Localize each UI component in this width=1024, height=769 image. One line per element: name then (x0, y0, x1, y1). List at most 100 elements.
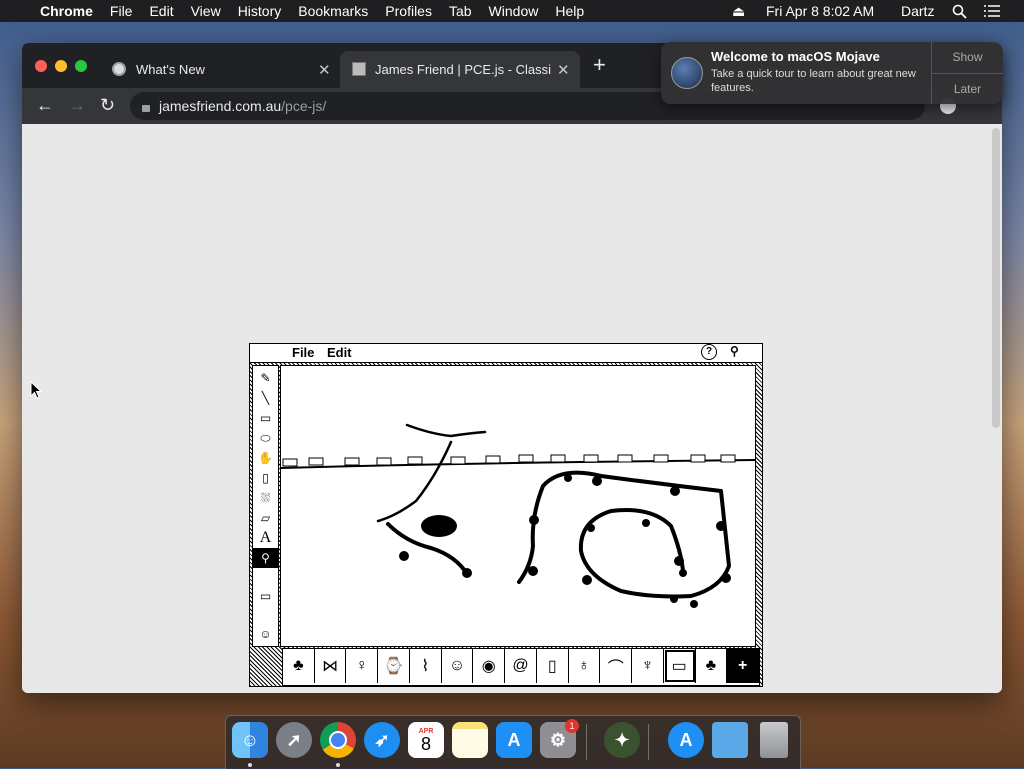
bow-pattern-icon[interactable]: ⋈ (315, 649, 347, 683)
tab-whats-new[interactable]: What's New ✕ (100, 51, 338, 88)
pattern-palette: ♣ ⋈ ♀ ⌚ ⌇ ☺ ◉ @ ▯ ♁ ⌒ ♆ ▭ ♣ + (282, 648, 760, 686)
show-button[interactable]: Show (932, 50, 1003, 64)
truck-pattern-icon[interactable]: ▭ (664, 649, 696, 683)
face-pattern-icon[interactable]: ☺ (442, 649, 474, 683)
pineapple-pattern-icon[interactable]: ♣ (283, 649, 315, 683)
lasso-tool-icon[interactable]: ✋ (253, 448, 278, 468)
bird-pattern-icon[interactable]: ⌇ (410, 649, 442, 683)
emu-menu-edit[interactable]: Edit (327, 345, 352, 360)
notification-center-icon[interactable] (984, 0, 1000, 22)
pear-pattern-icon[interactable]: ♁ (569, 649, 601, 683)
spray-can-tool-icon[interactable]: ▯ (253, 468, 278, 488)
later-button[interactable]: Later (932, 82, 1003, 96)
app-store-folder-icon[interactable]: A (668, 722, 704, 758)
watch-pattern-icon[interactable]: ⌚ (378, 649, 410, 683)
reload-icon[interactable]: ↻ (100, 95, 115, 116)
notification-badge: 1 (565, 719, 579, 733)
calendar-icon[interactable]: APR 8 (408, 722, 444, 758)
dock-divider (586, 724, 587, 760)
menu-window[interactable]: Window (489, 3, 539, 19)
folder-icon[interactable] (712, 722, 748, 758)
dock: ☺ ➚ ➶ APR 8 A ⚙ 1 ✦ A (225, 715, 801, 769)
eye-pattern-icon[interactable]: ◉ (473, 649, 506, 683)
stamp-tool-icon[interactable]: ⚲ (253, 548, 278, 568)
menu-file[interactable]: File (110, 3, 133, 19)
finder-icon[interactable]: ☺ (232, 722, 268, 758)
close-tab-icon[interactable]: ✕ (557, 61, 570, 79)
tab-title: James Friend | PCE.js - Classic (375, 62, 551, 77)
menu-history[interactable]: History (238, 3, 282, 19)
dock-divider (648, 724, 649, 760)
macos-menubar: Chrome File Edit View History Bookmarks … (0, 0, 1024, 22)
eject-icon[interactable]: ⏏ (732, 0, 745, 22)
notification-banner[interactable]: Welcome to macOS Mojave Take a quick tou… (661, 42, 1003, 104)
safari-icon[interactable]: ➶ (364, 722, 400, 758)
macpaint-window: ✎ ╲ ▭ ⬭ ✋ ▯ ⛆ ▱ A ⚲ ▭ ☺ ♣ ⋈ ♀ ⌚ ⌇ ☺ ◉ @ … (250, 363, 762, 686)
drawing (280, 423, 756, 608)
menu-view[interactable]: View (191, 3, 221, 19)
app-menu[interactable]: Chrome (40, 3, 93, 19)
cross-pattern-icon[interactable]: + (727, 649, 760, 683)
paint-bucket-tool-icon[interactable]: ⛆ (253, 488, 278, 508)
mouse-cursor-icon (30, 381, 42, 399)
spotlight-icon[interactable] (952, 0, 967, 22)
lock-icon (142, 104, 150, 112)
macpaint-toolbox: ✎ ╲ ▭ ⬭ ✋ ▯ ⛆ ▱ A ⚲ ▭ ☺ (252, 365, 279, 647)
classic-mac-menubar: File Edit ? ⚲ (250, 344, 762, 363)
notification-body: Take a quick tour to learn about great n… (711, 68, 916, 94)
current-brush-icon[interactable]: ▭ (253, 586, 278, 606)
forward-arrow-icon[interactable]: → (68, 95, 86, 116)
text-tool-icon[interactable]: A (253, 528, 278, 548)
tab-title: What's New (136, 62, 205, 77)
url-path: /pce-js/ (281, 98, 327, 114)
page-content: File Edit ? ⚲ ✎ ╲ ▭ ⬭ ✋ ▯ ⛆ ▱ A ⚲ ▭ ☺ ♣ … (22, 124, 1002, 693)
rectangle-tool-icon[interactable]: ▭ (253, 408, 278, 428)
oval-tool-icon[interactable]: ⬭ (253, 428, 278, 448)
help-icon[interactable]: ? (701, 344, 717, 360)
face-tool-icon[interactable]: ☺ (253, 624, 278, 644)
paint-canvas[interactable] (280, 365, 756, 647)
new-tab-icon[interactable]: + (593, 54, 606, 76)
zoom-window-button[interactable] (75, 60, 87, 72)
pce-emulator-screen[interactable]: File Edit ? ⚲ ✎ ╲ ▭ ⬭ ✋ ▯ ⛆ ▱ A ⚲ ▭ ☺ ♣ … (249, 343, 763, 687)
bulb-pattern-icon[interactable]: ♀ (346, 649, 379, 683)
screen-icon[interactable]: ⚲ (730, 344, 739, 358)
emu-menu-file[interactable]: File (292, 345, 314, 360)
line-tool-icon[interactable]: ╲ (253, 388, 278, 408)
bottle-pattern-icon[interactable]: ▯ (537, 649, 569, 683)
menu-profiles[interactable]: Profiles (385, 3, 432, 19)
back-arrow-icon[interactable]: ← (36, 95, 54, 116)
chrome-favicon-icon (112, 62, 126, 76)
pce-favicon-icon (352, 62, 366, 76)
close-tab-icon[interactable]: ✕ (318, 61, 331, 79)
duck-pattern-icon[interactable]: ⌒ (600, 649, 633, 683)
menu-help[interactable]: Help (555, 3, 584, 19)
page-scrollbar[interactable] (992, 128, 1000, 428)
calendar-day: 8 (420, 733, 431, 754)
chrome-icon[interactable] (320, 722, 356, 758)
tab-pce-js[interactable]: James Friend | PCE.js - Classic ✕ (340, 51, 580, 88)
clock[interactable]: Fri Apr 8 8:02 AM (766, 0, 874, 22)
clover-pattern-icon[interactable]: ♣ (696, 649, 728, 683)
menu-edit[interactable]: Edit (149, 3, 173, 19)
running-indicator (248, 763, 252, 767)
notification-title: Welcome to macOS Mojave (711, 49, 880, 64)
snail-pattern-icon[interactable]: @ (505, 649, 537, 683)
eraser-tool-icon[interactable]: ▱ (253, 508, 278, 528)
user-name[interactable]: Dartz (901, 0, 934, 22)
app-store-icon[interactable]: A (496, 722, 532, 758)
close-window-button[interactable] (35, 60, 47, 72)
running-indicator (336, 763, 340, 767)
menu-tab[interactable]: Tab (449, 3, 472, 19)
trash-icon[interactable] (760, 722, 788, 758)
launchpad-icon[interactable]: ➚ (276, 722, 312, 758)
chrome-window: What's New ✕ James Friend | PCE.js - Cla… (22, 43, 1002, 693)
utility-icon[interactable]: ✦ (604, 722, 640, 758)
mojave-icon (671, 57, 703, 89)
minimize-window-button[interactable] (55, 60, 67, 72)
pencil-tool-icon[interactable]: ✎ (253, 368, 278, 388)
menu-bookmarks[interactable]: Bookmarks (298, 3, 368, 19)
notes-icon[interactable] (452, 722, 488, 758)
tree-pattern-icon[interactable]: ♆ (632, 649, 664, 683)
url-host: jamesfriend.com.au (159, 98, 282, 114)
